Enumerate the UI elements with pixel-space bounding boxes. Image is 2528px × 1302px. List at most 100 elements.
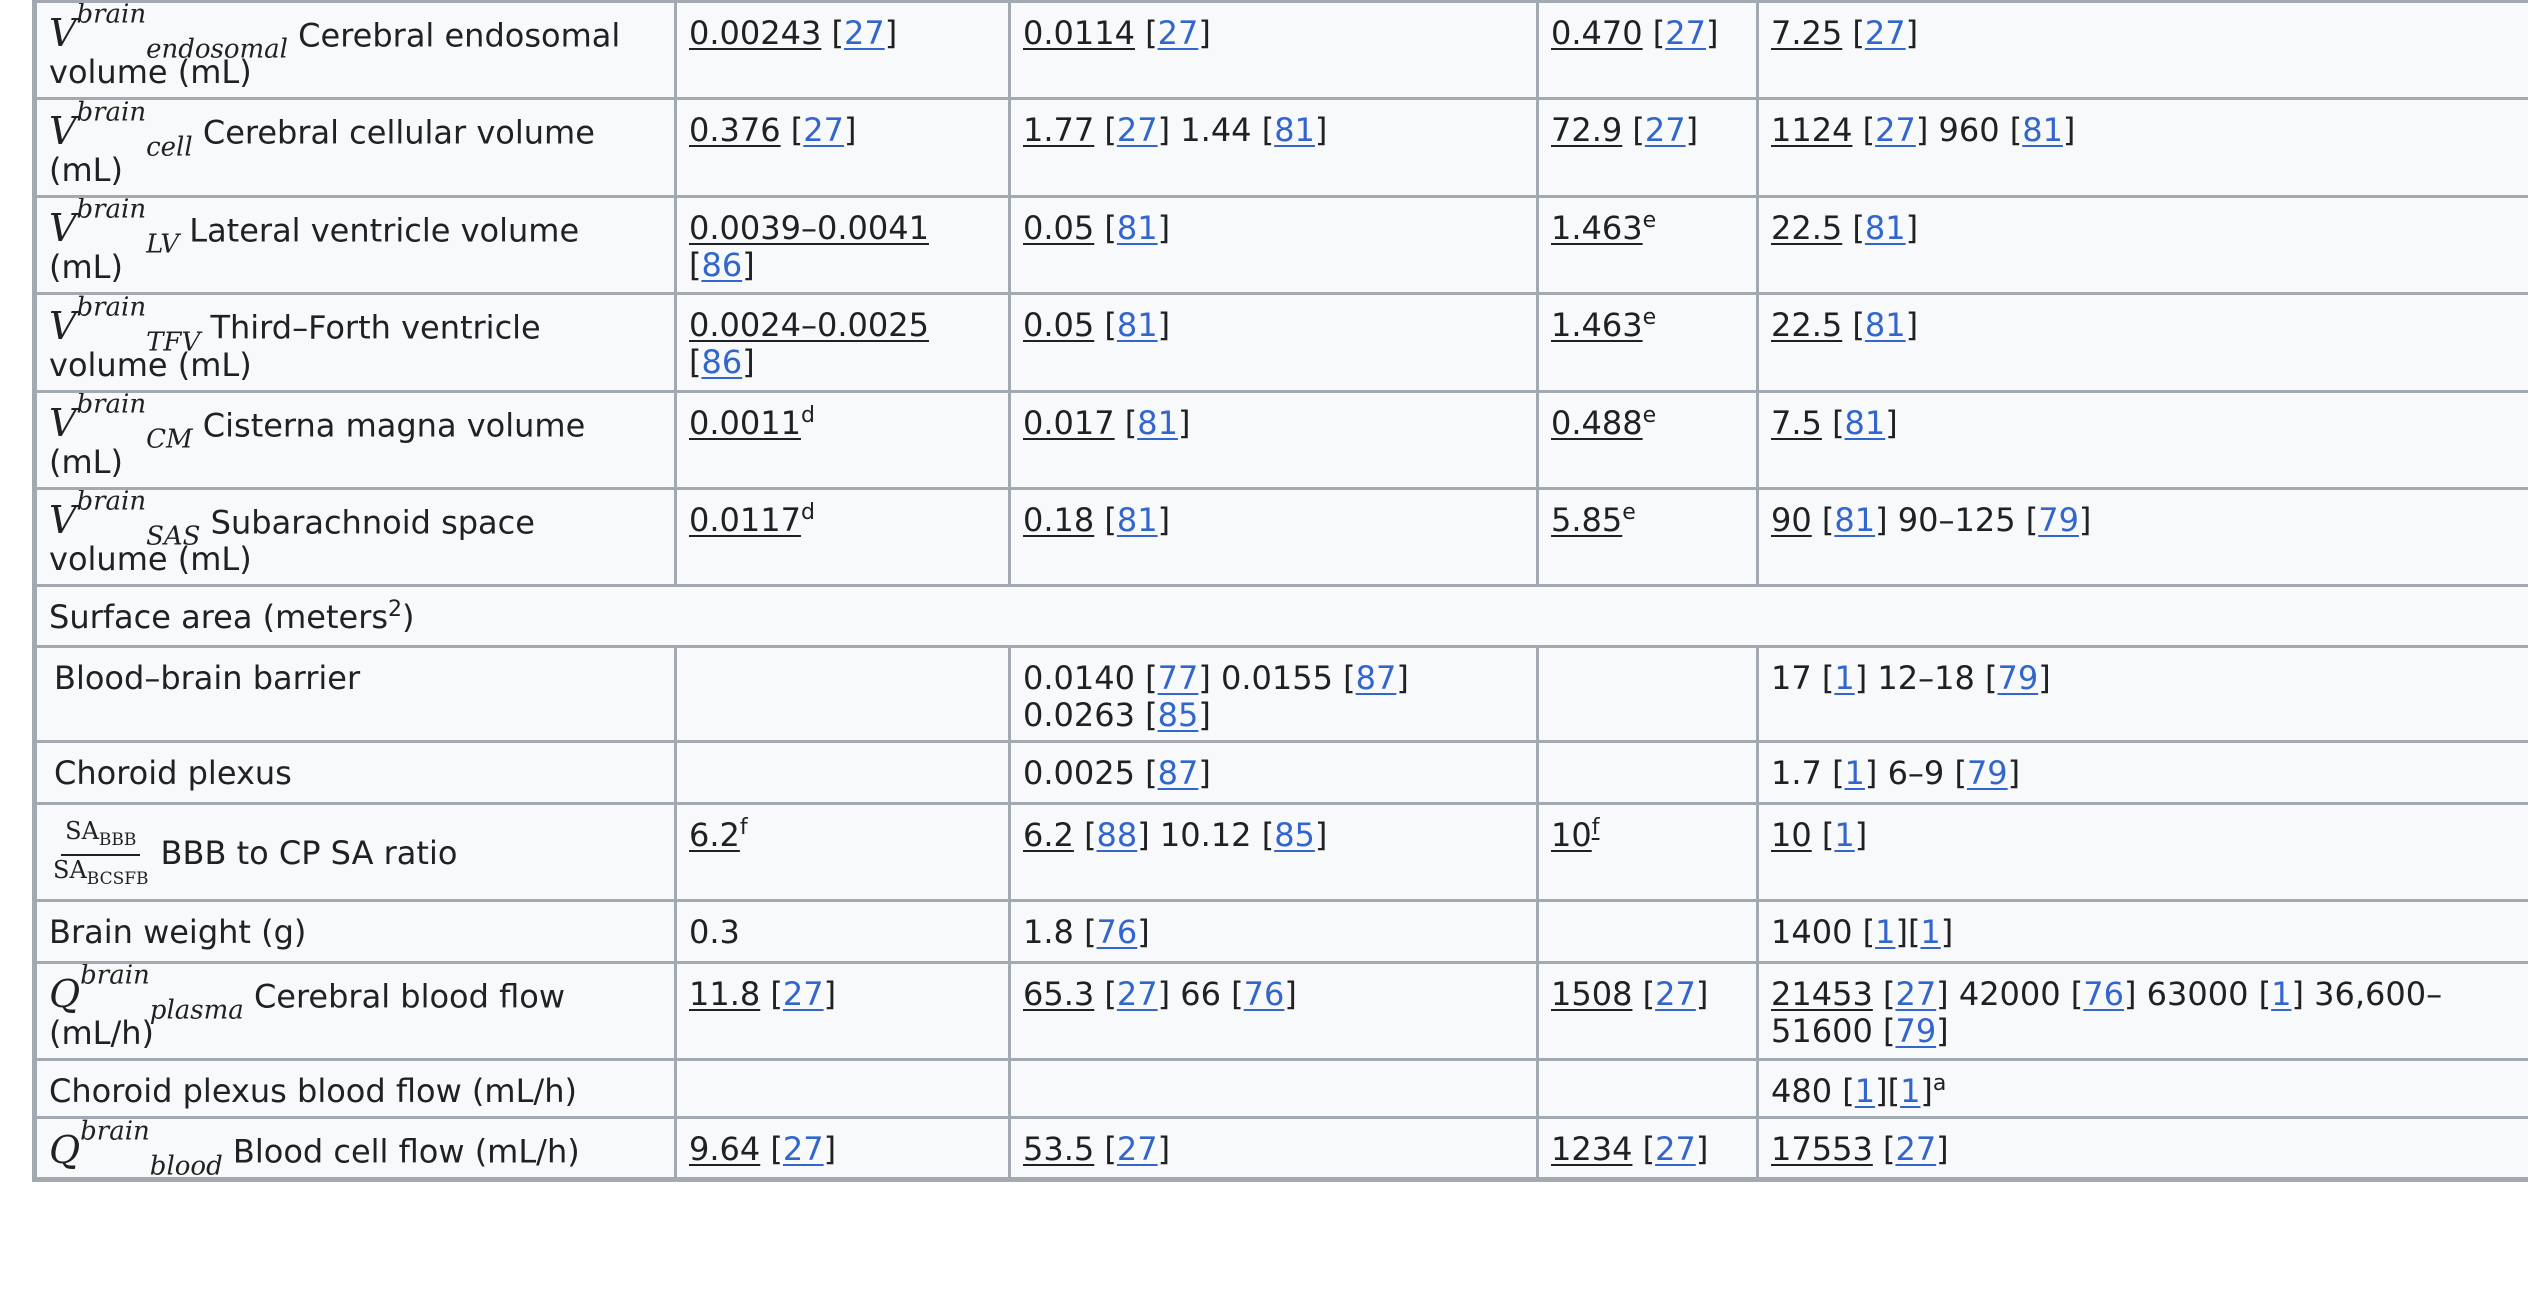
citation-link[interactable]: 27 (1665, 14, 1706, 52)
linked-value[interactable]: 10 (1771, 816, 1812, 854)
linked-value[interactable]: 0.05 (1023, 306, 1094, 344)
symbol-subscript: CM (146, 424, 193, 455)
linked-value[interactable]: 1.463 (1551, 209, 1643, 247)
citation-link[interactable]: 76 (2083, 975, 2124, 1013)
citation-link[interactable]: 27 (844, 14, 885, 52)
citation-link[interactable]: 86 (701, 343, 742, 381)
linked-value[interactable]: 1.463 (1551, 306, 1643, 344)
citation-link[interactable]: 76 (1244, 975, 1285, 1013)
linked-value[interactable]: 1508 (1551, 975, 1632, 1013)
citation-link[interactable]: 27 (1875, 111, 1916, 149)
cell-text: ] (1685, 111, 1699, 150)
citation-link[interactable]: 79 (2038, 501, 2079, 539)
linked-value[interactable]: 0.18 (1023, 501, 1094, 539)
linked-value[interactable]: 1124 (1771, 111, 1852, 149)
linked-value[interactable]: 5.85 (1551, 501, 1622, 539)
linked-value[interactable]: 0.0039–0.0041 (689, 209, 929, 247)
linked-value[interactable]: 21453 (1771, 975, 1873, 1013)
citation-link[interactable]: 1 (2271, 975, 2291, 1013)
citation-link[interactable]: 27 (803, 111, 844, 149)
citation-link[interactable]: 79 (1895, 1012, 1936, 1050)
linked-value[interactable]: 0.00243 (689, 14, 821, 52)
linked-value[interactable]: 6.2 (1023, 816, 1074, 854)
citation-link[interactable]: 81 (1865, 306, 1906, 344)
citation-link[interactable]: 27 (1158, 14, 1199, 52)
value-cell-col4: 1124 [27] 960 [81] (1756, 97, 2528, 198)
linked-value[interactable]: 0.470 (1551, 14, 1643, 52)
citation-link[interactable]: 87 (1158, 754, 1199, 792)
citation-link[interactable]: 1 (1920, 913, 1940, 951)
cell-text: ] (1695, 1130, 1709, 1169)
citation-link[interactable]: 79 (1997, 659, 2038, 697)
citation-link[interactable]: 1 (1900, 1072, 1920, 1110)
citation-link[interactable]: 1 (1845, 754, 1865, 792)
citation-link[interactable]: 86 (701, 246, 742, 284)
linked-value[interactable]: 90 (1771, 501, 1812, 539)
citation-link[interactable]: 81 (1274, 111, 1315, 149)
citation-link[interactable]: 77 (1158, 659, 1199, 697)
citation-link[interactable]: 81 (1845, 404, 1886, 442)
citation-link[interactable]: 81 (2022, 111, 2063, 149)
value-cell-col4: 22.5 [81] (1756, 194, 2528, 296)
citation-link[interactable]: 27 (783, 1130, 824, 1168)
linked-value[interactable]: 53.5 (1023, 1130, 1094, 1168)
citation-link[interactable]: 1 (1875, 913, 1895, 951)
citation-link[interactable]: 76 (1097, 913, 1138, 951)
linked-value[interactable]: 0.05 (1023, 209, 1094, 247)
citation-link[interactable]: 27 (1655, 975, 1696, 1013)
citation-link[interactable]: 27 (1655, 1130, 1696, 1168)
citation-link[interactable]: 27 (1645, 111, 1686, 149)
linked-value[interactable]: 0.017 (1023, 404, 1115, 442)
citation-link[interactable]: 85 (1274, 816, 1315, 854)
symbol-subscript: LV (146, 229, 180, 260)
value-cell-col3 (1536, 645, 1759, 744)
linked-value[interactable]: 6.2 (689, 816, 740, 854)
linked-value[interactable]: 22.5 (1771, 306, 1842, 344)
physiology-parameters-table: Vbrainendosomal Cerebral endosomal volum… (32, 0, 2528, 1182)
linked-value[interactable]: 22.5 (1771, 209, 1842, 247)
parameter-label: Brain weight (g) (33, 898, 677, 964)
citation-link[interactable]: 27 (1895, 1130, 1936, 1168)
citation-link[interactable]: 81 (1117, 209, 1158, 247)
citation-link[interactable]: 81 (1117, 501, 1158, 539)
footnote-marker: e (1622, 499, 1636, 525)
cell-text: [ (1642, 14, 1666, 52)
linked-value[interactable]: 11.8 (689, 975, 760, 1013)
cell-text: [ (760, 974, 783, 1013)
linked-value[interactable]: 7.25 (1771, 14, 1842, 52)
citation-link[interactable]: 85 (1158, 696, 1199, 734)
citation-link[interactable]: 27 (1117, 1130, 1158, 1168)
linked-value[interactable]: 0.0117 (689, 501, 801, 539)
linked-value[interactable]: 72.9 (1551, 111, 1622, 149)
citation-link[interactable]: 87 (1356, 659, 1397, 697)
citation-link[interactable]: 27 (1117, 975, 1158, 1013)
citation-link[interactable]: 81 (1865, 209, 1906, 247)
citation-link[interactable]: 27 (1865, 14, 1906, 52)
citation-link[interactable]: 1 (1834, 659, 1854, 697)
linked-value[interactable]: 0.376 (689, 111, 781, 149)
linked-value[interactable]: 65.3 (1023, 975, 1094, 1013)
cell-text: ] (1198, 14, 1211, 52)
linked-value[interactable]: 9.64 (689, 1130, 760, 1168)
citation-link[interactable]: 27 (783, 975, 824, 1013)
citation-link[interactable]: 27 (1117, 111, 1158, 149)
citation-link[interactable]: 79 (1967, 754, 2008, 792)
citation-link[interactable]: 81 (1117, 306, 1158, 344)
citation-link[interactable]: 81 (1137, 404, 1178, 442)
linked-value[interactable]: 17553 (1771, 1130, 1873, 1168)
citation-link[interactable]: 1 (1855, 1072, 1875, 1110)
citation-link[interactable]: 27 (1895, 975, 1936, 1013)
linked-value[interactable]: 1.77 (1023, 111, 1094, 149)
cell-text: [ (1094, 208, 1117, 247)
cell-text: ] (1920, 1072, 1933, 1111)
linked-value[interactable]: 1234 (1551, 1130, 1632, 1168)
citation-link[interactable]: 88 (1097, 816, 1138, 854)
citation-link[interactable]: 1 (1834, 816, 1854, 854)
citation-link[interactable]: 81 (1834, 501, 1875, 539)
linked-value[interactable]: 10 (1551, 816, 1592, 854)
linked-value[interactable]: 0.488 (1551, 404, 1643, 442)
linked-value[interactable]: 0.0024–0.0025 (689, 306, 929, 344)
linked-value[interactable]: 7.5 (1771, 404, 1822, 442)
linked-value[interactable]: 0.0011 (689, 404, 801, 442)
linked-value[interactable]: 0.0114 (1023, 14, 1135, 52)
